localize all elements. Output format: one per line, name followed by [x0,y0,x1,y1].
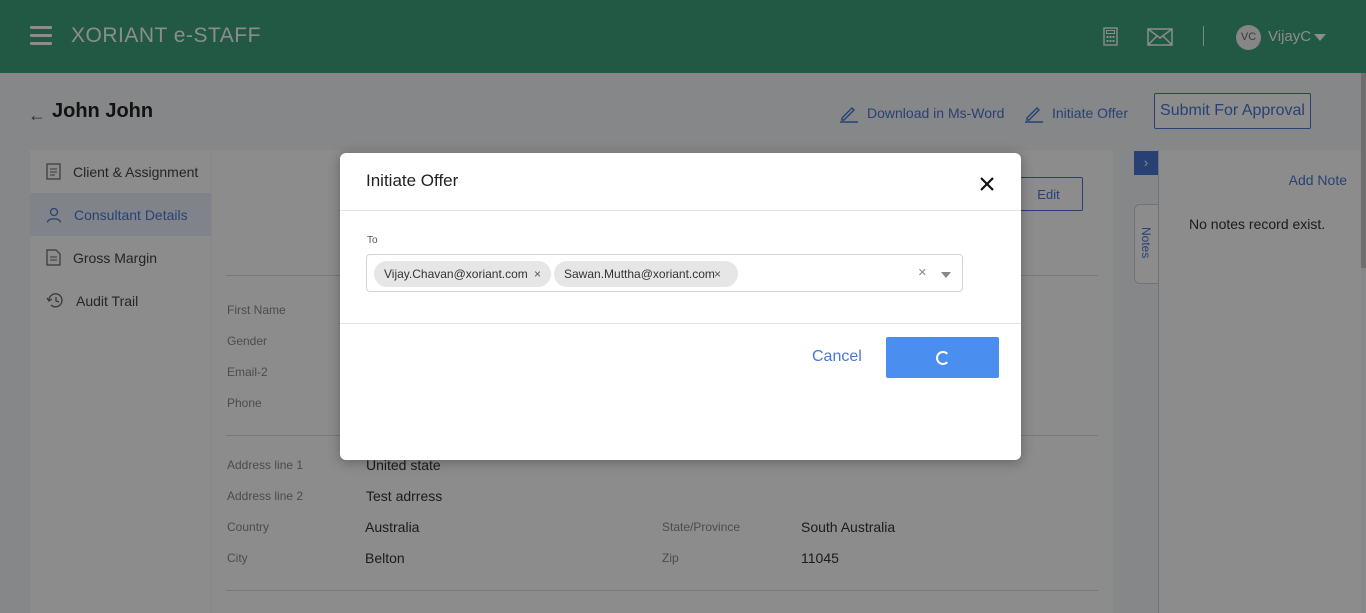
clear-all-icon[interactable]: × [918,264,927,281]
chevron-down-icon[interactable] [941,272,951,278]
recipient-chip: Vijay.Chavan@xoriant.com × [374,261,551,287]
to-label: To [367,235,378,246]
dialog-divider [340,210,1021,211]
loading-spinner-icon [936,351,950,365]
remove-chip-icon[interactable]: × [714,261,721,287]
initiate-offer-dialog: Initiate Offer To Vijay.Chavan@xoriant.c… [340,153,1021,460]
dialog-divider [340,323,1021,324]
recipient-chip: Sawan.Muttha@xoriant.com × [554,261,738,287]
remove-chip-icon[interactable]: × [534,261,541,287]
dialog-title: Initiate Offer [366,171,459,190]
recipient-email: Sawan.Muttha@xoriant.com [564,267,715,281]
submit-offer-button[interactable] [886,337,999,378]
recipient-email: Vijay.Chavan@xoriant.com [384,267,528,281]
recipients-select[interactable]: Vijay.Chavan@xoriant.com × Sawan.Muttha@… [366,254,963,292]
cancel-button[interactable]: Cancel [812,348,862,366]
close-icon[interactable] [978,175,996,193]
